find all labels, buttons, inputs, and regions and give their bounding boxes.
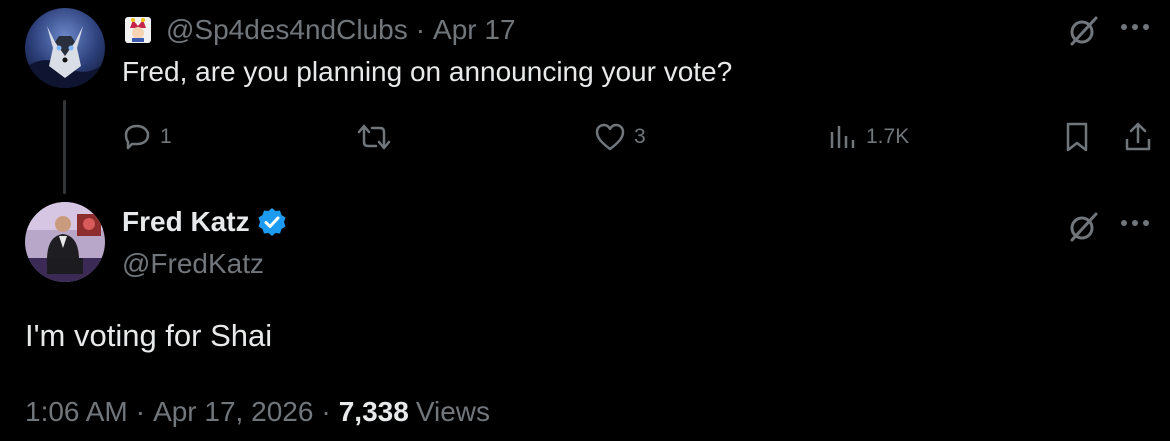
share-button[interactable] [1123, 121, 1153, 153]
bookmark-icon [1066, 122, 1088, 152]
reply-date[interactable]: Apr 17 [433, 14, 516, 46]
share-icon [1125, 122, 1151, 151]
tweet-date[interactable]: Apr 17, 2026 [153, 396, 313, 428]
more-icon[interactable] [1120, 22, 1150, 32]
tweet-views-label: Views [415, 396, 490, 427]
bookmark-button[interactable] [1064, 121, 1090, 153]
tweet-views-count: 7,338 [338, 396, 409, 427]
tweet-time[interactable]: 1:06 AM [25, 396, 128, 428]
like-button[interactable]: 3 [594, 122, 646, 152]
reply-header: @Sp4des4ndClubs · Apr 17 [124, 12, 516, 48]
views-count: 1.7K [866, 125, 910, 148]
main-tweet-text: I'm voting for Shai [25, 318, 273, 353]
like-count: 3 [634, 125, 646, 148]
reply-count: 1 [160, 125, 172, 148]
reply-handle[interactable]: @Sp4des4ndClubs [166, 14, 408, 46]
fred-katz-avatar-image [25, 202, 105, 282]
retweet-icon [357, 124, 391, 150]
more-icon[interactable] [1120, 218, 1150, 228]
views-icon [830, 126, 855, 148]
reply-button[interactable]: 1 [122, 122, 172, 152]
meta-separator: · [135, 396, 146, 427]
main-author-name[interactable]: Fred Katz [122, 206, 250, 238]
main-author-handle[interactable]: @FredKatz [122, 248, 264, 280]
meta-separator: · [321, 396, 331, 427]
main-author-name-row: Fred Katz [122, 206, 288, 238]
verified-badge-icon[interactable] [256, 206, 288, 238]
reply-separator: · [415, 14, 426, 45]
avatar-fredkatz[interactable] [25, 202, 105, 282]
grok-icon[interactable] [1066, 210, 1100, 244]
main-tweet-meta: 1:06 AM · Apr 17, 2026 · 7,338 Views [25, 396, 490, 428]
like-icon [595, 123, 625, 151]
grok-icon[interactable] [1066, 14, 1100, 48]
avatar-sp4des4ndclubs[interactable] [25, 8, 105, 88]
reply-icon [124, 124, 150, 150]
views-button[interactable]: 1.7K [828, 122, 909, 152]
reply-text: Fred, are you planning on announcing you… [122, 56, 733, 87]
retweet-button[interactable] [356, 122, 392, 152]
thread-line [63, 100, 66, 194]
jester-emoji-icon [124, 16, 152, 44]
husky-avatar-image [25, 8, 105, 88]
